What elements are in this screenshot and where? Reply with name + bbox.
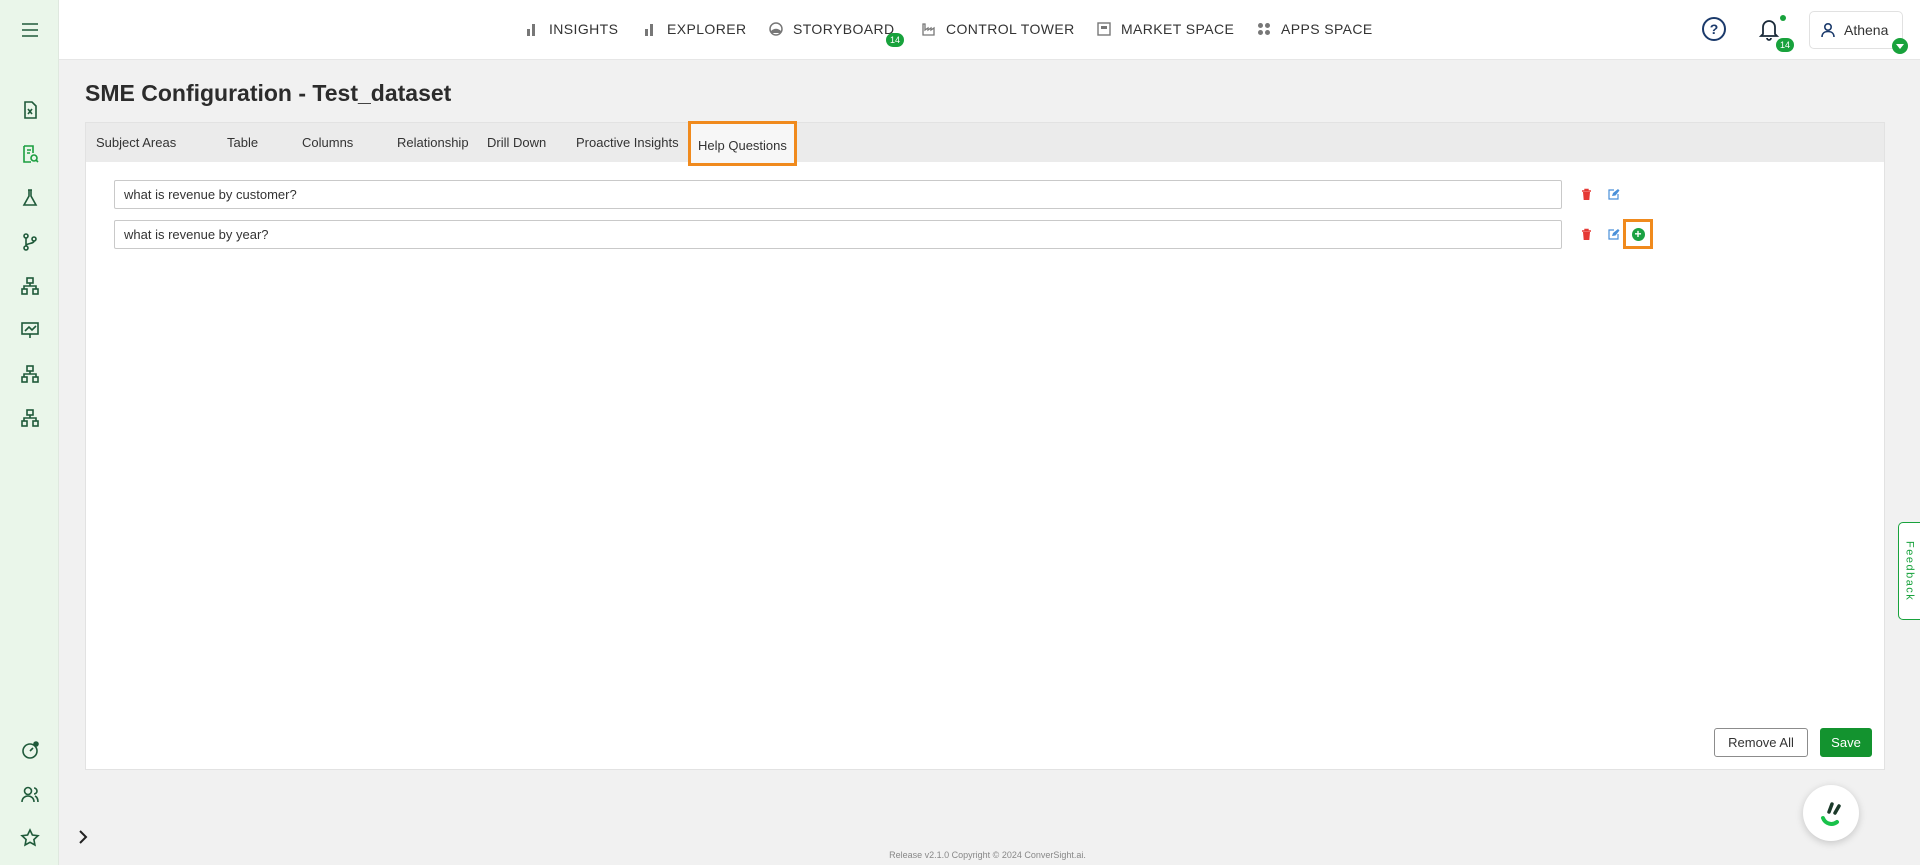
star-icon[interactable]	[19, 827, 41, 849]
feedback-label: Feedback	[1903, 540, 1916, 602]
nav-label: CONTROL TOWER	[946, 21, 1075, 37]
user-icon	[1821, 22, 1835, 38]
tab-bar: Subject Areas Table Columns Relationship…	[86, 121, 1884, 166]
help-question-input[interactable]	[115, 181, 1561, 208]
nav-label: EXPLORER	[667, 21, 747, 37]
nav-label: MARKET SPACE	[1121, 21, 1235, 37]
hierarchy-icon[interactable]	[19, 275, 41, 297]
feedback-tab[interactable]: Feedback	[1898, 522, 1920, 620]
gauge-settings-icon[interactable]	[19, 739, 41, 761]
menu-icon[interactable]	[19, 19, 41, 41]
tab-drill-down[interactable]: Drill Down	[477, 123, 556, 162]
delete-icon[interactable]	[1578, 186, 1594, 202]
tab-table[interactable]: Table	[217, 123, 268, 162]
formula-file-icon[interactable]	[19, 99, 41, 121]
nav-label: APPS SPACE	[1281, 21, 1373, 37]
notification-dot	[1780, 15, 1786, 21]
presentation-chart-icon[interactable]	[19, 319, 41, 341]
tab-columns[interactable]: Columns	[292, 123, 363, 162]
save-button[interactable]: Save	[1820, 728, 1872, 757]
tab-help-questions[interactable]: Help Questions	[688, 121, 797, 166]
chatbot-launcher[interactable]	[1803, 785, 1859, 841]
market-icon	[1097, 22, 1111, 36]
grid-icon	[1257, 22, 1271, 36]
help-question-input[interactable]	[115, 221, 1561, 248]
user-menu[interactable]: Athena	[1809, 11, 1908, 54]
bar-chart-icon	[643, 22, 657, 36]
tab-subject-areas[interactable]: Subject Areas	[86, 123, 186, 162]
footer-copyright: Release v2.1.0 Copyright © 2024 ConverSi…	[889, 850, 1086, 860]
question-circle-icon[interactable]: ?	[1702, 17, 1726, 41]
edit-icon[interactable]	[1605, 226, 1621, 242]
help-question-field[interactable]	[114, 180, 1562, 209]
nav-explorer[interactable]: EXPLORER	[643, 19, 746, 39]
top-navigation-bar: INSIGHTS EXPLORER STORYBOARD 14 CONTROL …	[59, 0, 1920, 60]
chevron-down-icon[interactable]	[1892, 38, 1908, 54]
chevron-right-icon[interactable]	[75, 828, 91, 846]
edit-icon[interactable]	[1605, 186, 1621, 202]
plus-circle-icon: +	[1631, 227, 1645, 241]
nav-control-tower[interactable]: CONTROL TOWER	[922, 19, 1075, 39]
nav-insights[interactable]: INSIGHTS	[525, 19, 618, 39]
nav-apps-space[interactable]: APPS SPACE	[1257, 19, 1373, 39]
flask-icon[interactable]	[19, 187, 41, 209]
left-sidebar	[0, 0, 59, 865]
conversight-logo-icon	[1821, 802, 1841, 826]
nav-label: STORYBOARD	[793, 21, 895, 37]
report-search-icon[interactable]	[19, 143, 41, 165]
nav-label: INSIGHTS	[549, 21, 619, 37]
help-question-field[interactable]	[114, 220, 1562, 249]
tab-proactive-insights[interactable]: Proactive Insights	[566, 123, 689, 162]
factory-icon	[922, 22, 936, 36]
storyboard-badge: 14	[886, 33, 904, 47]
storyboard-icon	[769, 22, 783, 36]
git-branch-icon[interactable]	[19, 231, 41, 253]
add-question-button[interactable]: +	[1623, 219, 1653, 249]
hierarchy-icon-2[interactable]	[19, 363, 41, 385]
delete-icon[interactable]	[1578, 226, 1594, 242]
users-icon[interactable]	[19, 783, 41, 805]
user-name: Athena	[1844, 22, 1889, 38]
remove-all-button[interactable]: Remove All	[1714, 728, 1808, 757]
page-title: SME Configuration - Test_dataset	[85, 80, 452, 106]
nav-market-space[interactable]: MARKET SPACE	[1097, 19, 1234, 39]
nav-storyboard[interactable]: STORYBOARD	[769, 19, 895, 39]
configuration-panel: Subject Areas Table Columns Relationship…	[85, 121, 1885, 770]
hierarchy-icon-3[interactable]	[19, 407, 41, 429]
bar-chart-icon	[525, 22, 539, 36]
notifications-badge: 14	[1776, 38, 1794, 52]
tab-relationship[interactable]: Relationship	[387, 123, 479, 162]
